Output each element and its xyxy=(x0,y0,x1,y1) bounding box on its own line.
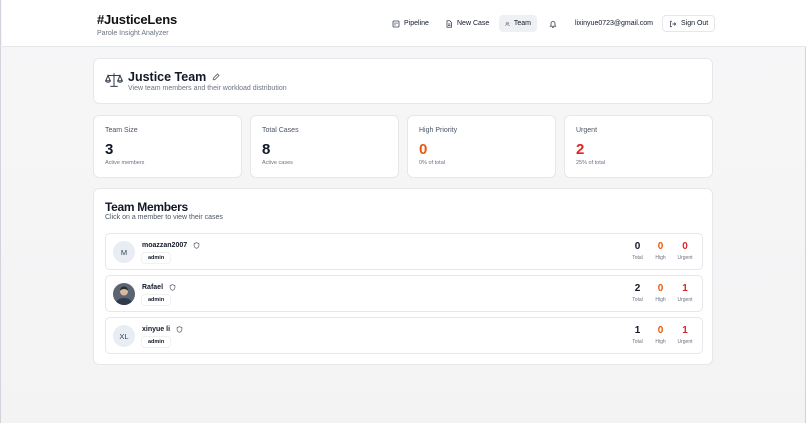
count-total-label: Total xyxy=(632,339,643,345)
member-name-row: Rafael xyxy=(142,284,176,291)
user-photo-icon xyxy=(113,283,135,305)
avatar: M xyxy=(113,241,135,263)
count-high: 0 High xyxy=(652,241,669,261)
count-urgent: 0 Urgent xyxy=(675,241,695,261)
stat-note: 25% of total xyxy=(576,160,606,166)
member-name: xinyue li xyxy=(142,326,171,333)
stat-card-high-priority: High Priority 0 0% of total xyxy=(407,115,556,178)
section-subtitle: Click on a member to view their cases xyxy=(105,214,223,221)
shield-icon xyxy=(169,284,176,291)
brand[interactable]: #JusticeLens Parole Insight Analyzer xyxy=(97,12,177,37)
member-name: Rafael xyxy=(142,284,164,291)
count-total-value: 2 xyxy=(634,283,641,294)
pencil-icon[interactable] xyxy=(212,73,220,81)
member-name-row: xinyue li xyxy=(142,326,183,333)
count-total-value: 1 xyxy=(634,325,641,336)
stat-value: 3 xyxy=(105,141,114,158)
app-window: #JusticeLens Parole Insight Analyzer Pip… xyxy=(0,0,806,423)
count-urgent-label: Urgent xyxy=(677,255,693,261)
count-urgent-value: 1 xyxy=(682,325,688,336)
role-badge: admin xyxy=(142,295,171,305)
count-total: 0 Total xyxy=(629,241,646,261)
count-urgent-value: 1 xyxy=(682,283,688,294)
app-subtitle: Parole Insight Analyzer xyxy=(97,30,169,37)
member-row[interactable]: XL xinyue li admin 1 Total 0 High 1 Urgent xyxy=(105,317,703,354)
count-urgent-value: 0 xyxy=(682,241,688,252)
avatar-photo xyxy=(113,283,135,305)
shield-icon xyxy=(176,326,183,333)
count-total: 2 Total xyxy=(629,283,646,303)
stat-card-team-size: Team Size 3 Active members xyxy=(93,115,242,178)
sign-out-label: Sign Out xyxy=(681,20,709,27)
count-high: 0 High xyxy=(652,283,669,303)
nav-pipeline-label: Pipeline xyxy=(404,20,429,27)
count-total-label: Total xyxy=(632,255,643,261)
file-icon xyxy=(446,19,452,28)
app-title: #JusticeLens xyxy=(97,12,177,27)
nav-new-case-label: New Case xyxy=(457,20,490,27)
user-email: lixinyue0723@gmail.com xyxy=(575,20,653,27)
page-title-row: Justice Team xyxy=(128,70,220,84)
count-high-value: 0 xyxy=(657,325,664,336)
nav-team[interactable]: Team xyxy=(499,15,537,32)
shield-icon xyxy=(193,242,200,249)
scales-icon xyxy=(105,73,123,87)
team-members-card: Team Members Click on a member to view t… xyxy=(93,188,713,365)
stat-label: Urgent xyxy=(576,127,598,134)
page-subtitle: View team members and their workload dis… xyxy=(128,85,287,92)
users-icon xyxy=(505,21,510,26)
stat-card-total-cases: Total Cases 8 Active cases xyxy=(250,115,399,178)
count-urgent: 1 Urgent xyxy=(675,325,695,345)
stat-label: High Priority xyxy=(419,127,458,134)
notifications-button[interactable] xyxy=(545,15,561,32)
role-badge: admin xyxy=(142,337,171,347)
kanban-icon xyxy=(392,20,400,27)
stat-value: 2 xyxy=(576,141,585,158)
count-high-value: 0 xyxy=(657,283,664,294)
case-counts: 1 Total 0 High 1 Urgent xyxy=(629,325,695,345)
count-total-label: Total xyxy=(632,297,643,303)
stat-note: Active members xyxy=(105,160,145,166)
bell-icon xyxy=(549,20,557,28)
count-high-label: High xyxy=(655,339,666,345)
case-counts: 2 Total 0 High 1 Urgent xyxy=(629,283,695,303)
nav-new-case[interactable]: New Case xyxy=(439,15,495,32)
member-name: moazzan2007 xyxy=(142,242,188,249)
member-row[interactable]: M moazzan2007 admin 0 Total 0 High 0 Urgent xyxy=(105,233,703,270)
case-counts: 0 Total 0 High 0 Urgent xyxy=(629,241,695,261)
member-row[interactable]: Rafael admin 2 Total 0 High 1 Urgent xyxy=(105,275,703,312)
count-total: 1 Total xyxy=(629,325,646,345)
team-header-card: Justice Team View team members and their… xyxy=(93,58,713,104)
count-high-label: High xyxy=(655,255,666,261)
stat-label: Total Cases xyxy=(262,127,299,134)
stat-note: 0% of total xyxy=(419,160,445,166)
nav-pipeline[interactable]: Pipeline xyxy=(386,15,435,32)
page-title: Justice Team xyxy=(128,70,207,84)
member-name-row: moazzan2007 xyxy=(142,242,200,249)
role-badge: admin xyxy=(142,253,171,263)
section-title: Team Members xyxy=(105,200,188,214)
avatar: XL xyxy=(113,325,135,347)
count-urgent: 1 Urgent xyxy=(675,283,695,303)
nav-team-label: Team xyxy=(513,20,531,27)
count-total-value: 0 xyxy=(634,241,641,252)
count-high-value: 0 xyxy=(657,241,664,252)
top-navigation-bar: #JusticeLens Parole Insight Analyzer Pip… xyxy=(2,0,806,47)
stat-label: Team Size xyxy=(105,127,138,134)
sign-out-button[interactable]: Sign Out xyxy=(662,15,716,32)
count-high: 0 High xyxy=(652,325,669,345)
stat-value: 8 xyxy=(262,141,271,158)
logout-icon xyxy=(670,20,677,27)
count-urgent-label: Urgent xyxy=(677,297,693,303)
stat-value: 0 xyxy=(419,141,428,158)
stat-card-urgent: Urgent 2 25% of total xyxy=(564,115,713,178)
count-high-label: High xyxy=(655,297,666,303)
stat-note: Active cases xyxy=(262,160,293,166)
count-urgent-label: Urgent xyxy=(677,339,693,345)
